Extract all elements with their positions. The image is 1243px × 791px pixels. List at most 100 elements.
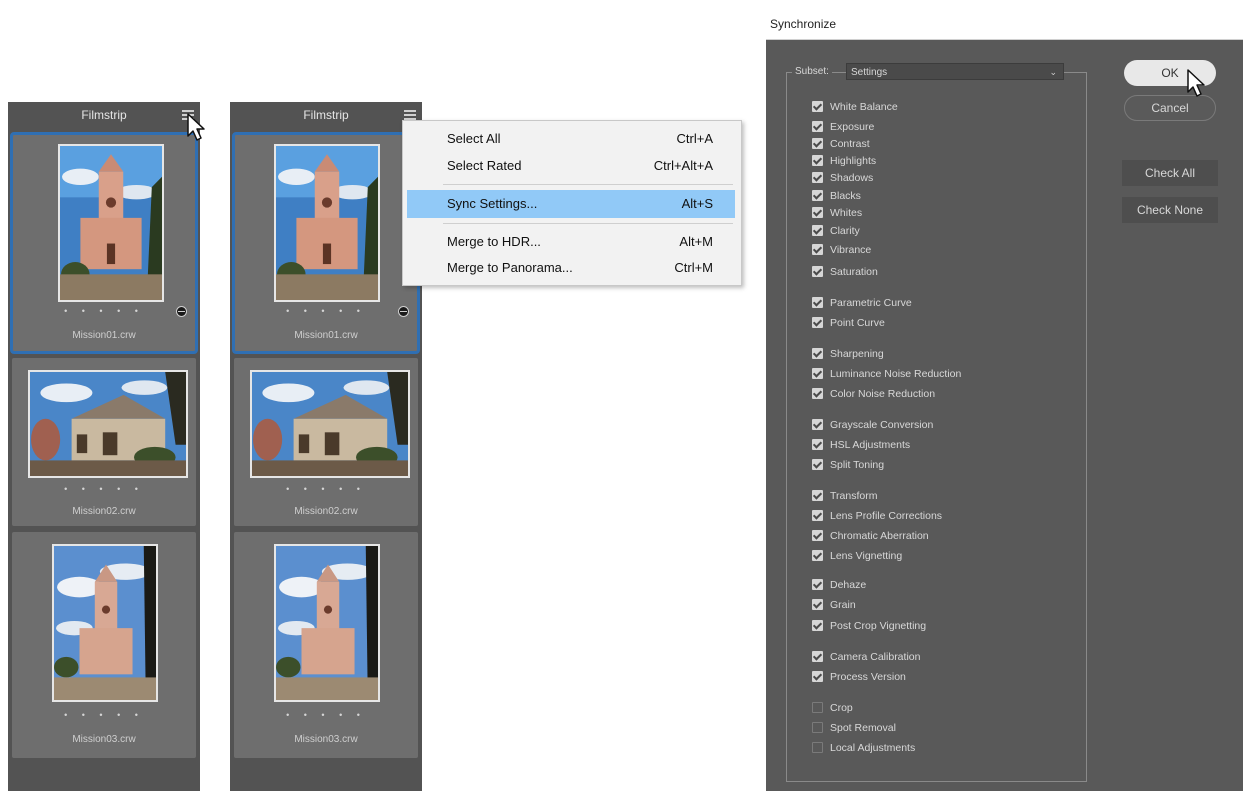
filmstrip-panel-left: Filmstrip • • • • • Mission01.crw • • • … bbox=[8, 102, 200, 791]
checkbox-checked-icon[interactable] bbox=[812, 459, 823, 470]
checkbox-checked-icon[interactable] bbox=[812, 599, 823, 610]
checkbox-label: Sharpening bbox=[830, 348, 884, 360]
thumbnail-filename: Mission01.crw bbox=[294, 330, 358, 341]
checkbox-unchecked-icon[interactable] bbox=[812, 722, 823, 733]
synchronize-dialog: Synchronize Subset: Settings ⌄ White Bal… bbox=[766, 8, 1243, 791]
checkbox-label: HSL Adjustments bbox=[830, 439, 911, 451]
checkbox-checked-icon[interactable] bbox=[812, 244, 823, 255]
rating-stars[interactable]: • • • • • bbox=[12, 710, 196, 720]
menu-separator bbox=[443, 184, 733, 185]
checkbox-label: Grain bbox=[830, 599, 856, 611]
checkbox-label: Spot Removal bbox=[830, 722, 896, 734]
filmstrip-title: Filmstrip bbox=[230, 102, 422, 128]
subset-dropdown[interactable]: Settings ⌄ bbox=[846, 63, 1064, 80]
subset-label: Subset: bbox=[792, 66, 832, 77]
thumbnail-filename: Mission03.crw bbox=[294, 734, 358, 745]
rating-stars[interactable]: • • • • • bbox=[234, 484, 418, 494]
checkbox-checked-icon[interactable] bbox=[812, 490, 823, 501]
checkbox-label: Shadows bbox=[830, 172, 874, 184]
checkbox-label: Camera Calibration bbox=[830, 651, 921, 663]
checkbox-label: Point Curve bbox=[830, 317, 885, 329]
photo-thumbnail bbox=[28, 370, 188, 478]
checkbox-checked-icon[interactable] bbox=[812, 317, 823, 328]
filmstrip-item-mission01[interactable]: • • • • • Mission01.crw bbox=[10, 132, 198, 354]
checkbox-checked-icon[interactable] bbox=[812, 388, 823, 399]
thumbnail-filename: Mission02.crw bbox=[294, 506, 358, 517]
filmstrip-item-mission01[interactable]: • • • • • Mission01.crw bbox=[232, 132, 420, 354]
menu-item-label: Sync Settings... bbox=[447, 196, 538, 211]
checkbox-checked-icon[interactable] bbox=[812, 439, 823, 450]
checkbox-checked-icon[interactable] bbox=[812, 138, 823, 149]
photo-thumbnail bbox=[58, 144, 164, 302]
checkbox-checked-icon[interactable] bbox=[812, 190, 823, 201]
menu-item-shortcut: Ctrl+A bbox=[676, 131, 713, 146]
dialog-title: Synchronize bbox=[766, 8, 1243, 40]
menu-item-shortcut: Alt+M bbox=[679, 234, 713, 249]
checkbox-unchecked-icon[interactable] bbox=[812, 742, 823, 753]
thumbnail-filename: Mission01.crw bbox=[72, 330, 136, 341]
checkbox-label: Lens Profile Corrections bbox=[830, 510, 943, 522]
checkbox-label: Transform bbox=[830, 490, 878, 502]
checkbox-checked-icon[interactable] bbox=[812, 225, 823, 236]
checkbox-label: Lens Vignetting bbox=[830, 550, 903, 562]
menu-item-select-rated[interactable]: Select Rated Ctrl+Alt+A bbox=[407, 152, 735, 180]
checkbox-label: Local Adjustments bbox=[830, 742, 916, 754]
checkbox-checked-icon[interactable] bbox=[812, 348, 823, 359]
menu-item-sync-settings[interactable]: Sync Settings... Alt+S bbox=[407, 190, 735, 218]
menu-item-merge-hdr[interactable]: Merge to HDR... Alt+M bbox=[407, 228, 735, 256]
checkbox-label: Split Toning bbox=[830, 459, 885, 471]
menu-item-label: Merge to Panorama... bbox=[447, 260, 573, 275]
rating-stars[interactable]: • • • • • bbox=[234, 710, 418, 720]
checkbox-checked-icon[interactable] bbox=[812, 620, 823, 631]
checkbox-checked-icon[interactable] bbox=[812, 155, 823, 166]
rating-stars[interactable]: • • • • • bbox=[234, 306, 418, 316]
menu-item-label: Select Rated bbox=[447, 158, 522, 173]
menu-item-shortcut: Ctrl+M bbox=[674, 260, 713, 275]
subset-value: Settings bbox=[851, 67, 888, 78]
checkbox-checked-icon[interactable] bbox=[812, 266, 823, 277]
checkbox-checked-icon[interactable] bbox=[812, 207, 823, 218]
menu-item-label: Merge to HDR... bbox=[447, 234, 541, 249]
checkbox-checked-icon[interactable] bbox=[812, 550, 823, 561]
menu-item-shortcut: Alt+S bbox=[681, 196, 713, 211]
check-none-button[interactable]: Check None bbox=[1122, 197, 1218, 223]
filmstrip-item-mission03[interactable]: • • • • • Mission03.crw bbox=[12, 532, 196, 758]
checkbox-label: Clarity bbox=[830, 225, 860, 237]
checkbox-checked-icon[interactable] bbox=[812, 368, 823, 379]
checkbox-label: Vibrance bbox=[830, 244, 872, 256]
checkbox-unchecked-icon[interactable] bbox=[812, 702, 823, 713]
checkbox-label: Parametric Curve bbox=[830, 297, 912, 309]
menu-item-merge-panorama[interactable]: Merge to Panorama... Ctrl+M bbox=[407, 254, 735, 282]
checkbox-checked-icon[interactable] bbox=[812, 579, 823, 590]
mouse-pointer-icon bbox=[1187, 69, 1205, 97]
checkbox-checked-icon[interactable] bbox=[812, 530, 823, 541]
checkbox-label: Chromatic Aberration bbox=[830, 530, 929, 542]
menu-item-label: Select All bbox=[447, 131, 501, 146]
cancel-button[interactable]: Cancel bbox=[1124, 95, 1216, 121]
rating-stars[interactable]: • • • • • bbox=[12, 306, 196, 316]
photo-thumbnail bbox=[274, 544, 380, 702]
mouse-pointer-icon bbox=[187, 113, 205, 141]
checkbox-checked-icon[interactable] bbox=[812, 651, 823, 662]
menu-item-select-all[interactable]: Select All Ctrl+A bbox=[407, 125, 735, 153]
checkbox-label: White Balance bbox=[830, 101, 898, 113]
filmstrip-item-mission02[interactable]: • • • • • Mission02.crw bbox=[234, 358, 418, 526]
rating-stars[interactable]: • • • • • bbox=[12, 484, 196, 494]
checkbox-checked-icon[interactable] bbox=[812, 121, 823, 132]
checkbox-label: Grayscale Conversion bbox=[830, 419, 934, 431]
menu-separator bbox=[443, 223, 733, 224]
thumbnail-filename: Mission03.crw bbox=[72, 734, 136, 745]
chevron-down-icon: ⌄ bbox=[1049, 67, 1057, 77]
checkbox-label: Blacks bbox=[830, 190, 861, 202]
filmstrip-item-mission02[interactable]: • • • • • Mission02.crw bbox=[12, 358, 196, 526]
check-all-button[interactable]: Check All bbox=[1122, 160, 1218, 186]
checkbox-checked-icon[interactable] bbox=[812, 510, 823, 521]
filmstrip-item-mission03[interactable]: • • • • • Mission03.crw bbox=[234, 532, 418, 758]
checkbox-label: Process Version bbox=[830, 671, 906, 683]
checkbox-checked-icon[interactable] bbox=[812, 101, 823, 112]
filmstrip-menu-icon[interactable] bbox=[404, 110, 416, 120]
checkbox-checked-icon[interactable] bbox=[812, 419, 823, 430]
checkbox-checked-icon[interactable] bbox=[812, 671, 823, 682]
checkbox-checked-icon[interactable] bbox=[812, 297, 823, 308]
checkbox-checked-icon[interactable] bbox=[812, 172, 823, 183]
